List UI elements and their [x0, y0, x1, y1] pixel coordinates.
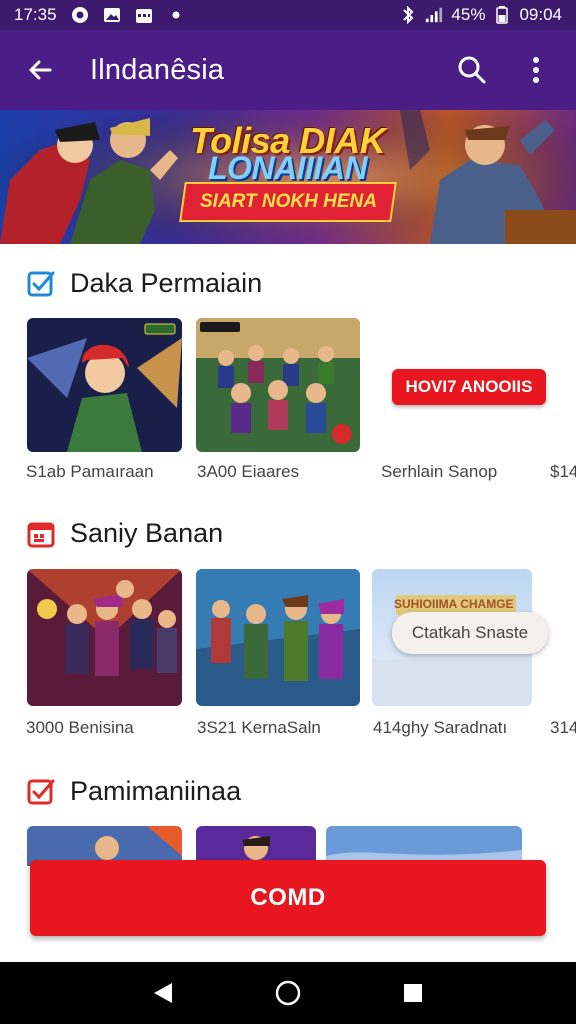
arrow-left-icon — [29, 60, 52, 80]
section-header-1: Daka Permaiain — [26, 268, 262, 299]
game-tile[interactable] — [196, 569, 360, 706]
tooltip-popup[interactable]: Ctatkah Snaste — [392, 612, 548, 654]
game-caption: 3S21 KernaSaln — [197, 718, 321, 737]
game-caption: Serhlain Sanop — [381, 462, 498, 481]
nav-home-button[interactable] — [266, 971, 310, 1015]
section-title-3: Pamimaniinaa — [70, 776, 242, 806]
battery-percent: 45% — [451, 5, 486, 24]
game-caption: 3A00 Eiaares — [197, 462, 300, 481]
section-header-3: Pamimaniinaa — [26, 776, 241, 807]
bluetooth-icon — [399, 6, 417, 24]
primary-cta-button[interactable]: COMD — [30, 860, 546, 936]
app-bar: Ilndanêsia — [0, 30, 576, 110]
circle-home-icon — [275, 980, 301, 1006]
game-tile[interactable] — [27, 569, 182, 706]
screen: 17:35 45% 09:04 Ilndanêsia Tolisa DIAK L… — [0, 0, 576, 1024]
game-thumbnail — [196, 318, 360, 452]
section-1-action-button[interactable]: HOVI7 ANOOIIS — [392, 369, 546, 405]
game-thumbnail — [27, 318, 182, 452]
section-title-2: Saniy Banan — [70, 518, 224, 548]
tile-title: SUHIOIIMA CHAMGENY — [394, 597, 514, 611]
square-recents-icon — [404, 984, 423, 1002]
triangle-back-icon — [153, 983, 172, 1003]
game-caption: $14 — [550, 462, 576, 481]
section-title-1: Daka Permaiain — [70, 268, 263, 298]
game-caption: S1ab Pamaıraan — [26, 462, 154, 481]
system-nav-bar — [0, 962, 576, 1024]
game-thumbnail — [196, 569, 360, 706]
status-time: 17:35 — [14, 5, 57, 24]
promo-banner[interactable]: Tolisa DIAK LONAIIIAN SIART NOKH HENA — [0, 110, 576, 244]
signal-icon — [425, 6, 443, 24]
back-button[interactable] — [20, 50, 60, 90]
more-vertical-icon — [533, 57, 539, 83]
calendar-notification-icon — [135, 6, 153, 24]
battery-icon — [493, 6, 511, 24]
calendar-icon — [26, 519, 56, 549]
status-bar: 17:35 45% 09:04 — [0, 0, 576, 30]
search-button[interactable] — [452, 50, 492, 90]
game-thumbnail — [27, 569, 182, 706]
game-caption: 3000 Benisina — [26, 718, 134, 737]
image-notification-icon — [103, 6, 121, 24]
check-badge-icon — [26, 777, 56, 807]
page-title: Ilndanêsia — [90, 53, 225, 86]
nav-back-button[interactable] — [141, 971, 185, 1015]
banner-start-label: SIART NOKH HENA — [199, 191, 377, 212]
circle-notification-icon — [71, 6, 89, 24]
search-icon — [458, 56, 486, 84]
game-caption: 414ghy Saradnatı — [373, 718, 508, 737]
section-header-2: Saniy Banan — [26, 518, 223, 549]
game-tile[interactable] — [27, 318, 182, 452]
checkbox-icon — [26, 269, 56, 299]
game-tile[interactable] — [196, 318, 360, 452]
game-caption: 314 — [550, 718, 576, 737]
status-clock: 09:04 — [519, 5, 562, 24]
nav-recents-button[interactable] — [391, 971, 435, 1015]
banner-start-button[interactable]: SIART NOKH HENA — [179, 182, 397, 222]
more-button[interactable] — [516, 50, 556, 90]
dot-icon — [167, 6, 185, 24]
